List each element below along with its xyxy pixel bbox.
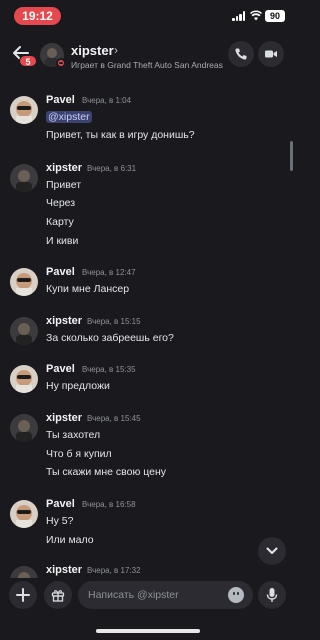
message-line: Ты захотел [46, 429, 101, 441]
message-line: Привет [46, 179, 82, 191]
message-line: Ну 5? [46, 515, 74, 527]
voice-message-button[interactable] [258, 581, 286, 609]
message-author[interactable]: Pavel [46, 498, 75, 510]
message-timestamp: Вчера, в 15:45 [87, 414, 141, 423]
message-line: И киви [46, 235, 79, 247]
battery-indicator: 90 [265, 10, 285, 22]
message-timestamp: Вчера, в 15:35 [82, 365, 136, 374]
message-line: Через [46, 197, 76, 209]
message-author[interactable]: Pavel [46, 363, 75, 375]
message-author[interactable]: Pavel [46, 266, 75, 278]
gift-icon [51, 590, 65, 602]
message-line: Или мало [46, 534, 94, 546]
message-author[interactable]: xipster [46, 564, 82, 576]
avatar[interactable] [10, 414, 38, 442]
gift-button[interactable] [44, 581, 72, 609]
video-camera-icon [265, 50, 277, 58]
message-line: Привет, ты как в игру донишь? [46, 129, 195, 141]
status-time: 19:12 [14, 7, 61, 25]
video-call-button[interactable] [258, 41, 284, 67]
message-line: @xipster [46, 111, 92, 123]
message-author[interactable]: Pavel [46, 94, 75, 106]
chat-header: 5 xipster › Играет в Grand Theft Auto Sa… [0, 34, 296, 76]
message-line: Купи мне Лансер [46, 283, 130, 295]
message-line: Что б я купил [46, 448, 112, 460]
chevron-right-icon[interactable]: › [114, 43, 118, 57]
message-list[interactable]: Pavel Вчера, в 1:04 @xipster Привет, ты … [0, 78, 296, 578]
avatar[interactable] [10, 365, 38, 393]
avatar[interactable] [10, 164, 38, 192]
message-timestamp: Вчера, в 17:32 [87, 566, 141, 575]
message-line: Ты скажи мне свою цену [46, 466, 167, 478]
home-indicator[interactable] [96, 629, 200, 633]
plus-icon [16, 588, 30, 602]
dnd-status-icon [56, 58, 66, 68]
message-author[interactable]: xipster [46, 412, 82, 424]
call-button[interactable] [228, 41, 254, 67]
user-mention[interactable]: @xipster [46, 111, 92, 123]
message-line: Ну предложи [46, 380, 110, 392]
message-timestamp: Вчера, в 1:04 [82, 96, 132, 105]
avatar[interactable] [10, 96, 38, 124]
message-author[interactable]: xipster [46, 162, 82, 174]
avatar[interactable] [10, 500, 38, 528]
message-input[interactable] [78, 581, 253, 609]
chevron-down-icon [266, 547, 278, 554]
phone-icon [235, 48, 247, 60]
message-timestamp: Вчера, в 15:15 [87, 317, 141, 326]
message-line: За сколько забреешь его? [46, 332, 174, 344]
message-line: Карту [46, 216, 74, 228]
activity-status: Играет в Grand Theft Auto San Andreas [71, 60, 223, 70]
jump-to-present-button[interactable] [258, 537, 286, 565]
scrollbar[interactable] [290, 141, 293, 171]
message-timestamp: Вчера, в 16:58 [82, 500, 136, 509]
avatar[interactable] [10, 566, 38, 578]
microphone-icon [266, 588, 278, 602]
message-timestamp: Вчера, в 6:31 [87, 164, 137, 173]
cellular-signal-icon [232, 11, 246, 21]
message-author[interactable]: xipster [46, 315, 82, 327]
avatar[interactable] [10, 268, 38, 296]
chat-username[interactable]: xipster [71, 43, 114, 58]
avatar[interactable] [10, 317, 38, 345]
unread-badge: 5 [19, 55, 37, 67]
add-attachment-button[interactable] [9, 581, 37, 609]
wifi-icon [250, 10, 262, 21]
message-composer [0, 578, 296, 614]
smile-icon[interactable] [228, 587, 244, 603]
message-timestamp: Вчера, в 12:47 [82, 268, 136, 277]
status-bar: 19:12 90 [0, 0, 296, 34]
